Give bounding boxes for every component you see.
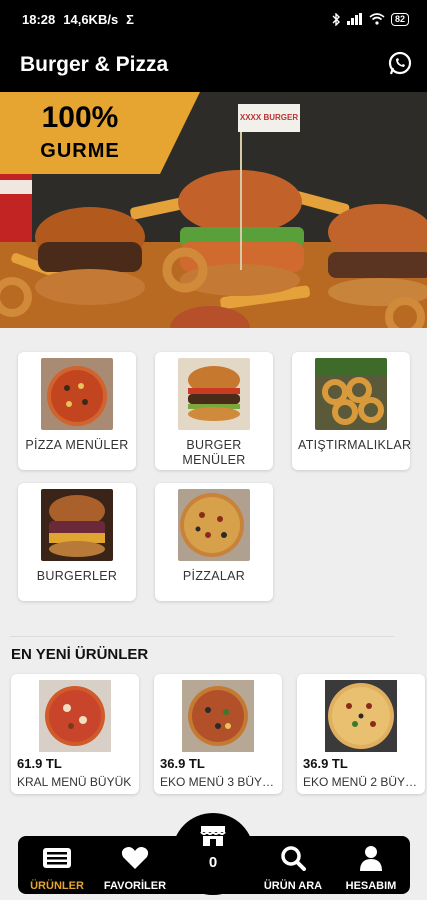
newest-products-title: EN YENİ ÜRÜNLER: [11, 646, 149, 663]
nav-favorites[interactable]: FAVORİLER: [96, 836, 174, 894]
category-card-burgers[interactable]: BURGERLER: [18, 483, 136, 601]
user-icon: [360, 846, 382, 871]
category-card-snacks[interactable]: ATIŞTIRMALIKLAR: [292, 352, 412, 470]
category-card-pizza-menus[interactable]: PİZZA MENÜLER: [18, 352, 136, 470]
category-card-pizzas[interactable]: PİZZALAR: [155, 483, 273, 601]
product-image: [39, 680, 111, 752]
snacks-image: [315, 358, 387, 430]
nav-label: HESABIM: [345, 880, 397, 892]
banner-tag-line2: GURME: [40, 140, 120, 162]
category-label: PİZZA MENÜLER: [25, 438, 129, 452]
product-name: EKO MENÜ 2 BÜYÜK: [303, 775, 419, 789]
whatsapp-icon[interactable]: [387, 50, 413, 81]
store-icon: [200, 826, 226, 846]
section-divider: [10, 636, 394, 637]
list-icon: [43, 848, 71, 868]
banner-tag-line1: 100%: [41, 101, 119, 134]
category-label: ATIŞTIRMALIKLAR: [298, 438, 412, 452]
nav-products[interactable]: ÜRÜNLER: [18, 836, 96, 894]
bluetooth-icon: [332, 12, 340, 26]
product-card[interactable]: 36.9 TL EKO MENÜ 3 BÜYÜK: [154, 674, 282, 794]
cart-count: 0: [208, 854, 218, 871]
nav-label: ÜRÜNLER: [30, 880, 84, 892]
battery-indicator: 82: [390, 12, 409, 26]
wifi-icon: [369, 13, 385, 25]
category-label: BURGERLER: [36, 569, 118, 583]
category-label: BURGER MENÜLER: [182, 438, 246, 467]
product-price: 36.9 TL: [160, 756, 205, 771]
product-price: 61.9 TL: [17, 756, 62, 771]
nav-search[interactable]: ÜRÜN ARA: [254, 836, 332, 894]
sigma-icon: Σ: [126, 11, 134, 27]
product-price: 36.9 TL: [303, 756, 348, 771]
signal-icon: [346, 13, 362, 25]
product-image: [325, 680, 397, 752]
nav-account[interactable]: HESABIM: [332, 836, 410, 894]
category-label: PİZZALAR: [182, 569, 246, 583]
burgers-image: [41, 489, 113, 561]
status-time: 18:28: [22, 11, 56, 27]
flag-pole: [240, 130, 242, 270]
banner-flag: XXXX BURGER: [238, 104, 300, 132]
product-image: [182, 680, 254, 752]
product-name: EKO MENÜ 3 BÜYÜK: [160, 775, 276, 789]
nav-label: FAVORİLER: [103, 880, 167, 892]
product-card[interactable]: 61.9 TL KRAL MENÜ BÜYÜK: [11, 674, 139, 794]
product-name: KRAL MENÜ BÜYÜK: [17, 775, 132, 789]
burger-menu-image: [178, 358, 250, 430]
search-icon: [281, 846, 306, 871]
cart-button[interactable]: 0: [172, 813, 254, 895]
app-bar: Burger & Pizza: [0, 38, 427, 92]
app-title: Burger & Pizza: [20, 53, 169, 76]
product-card[interactable]: 36.9 TL EKO MENÜ 2 BÜYÜK: [297, 674, 425, 794]
nav-label: ÜRÜN ARA: [263, 880, 323, 892]
banner-tag: 100% GURME: [0, 92, 200, 174]
status-speed: 14,6KB/s: [63, 11, 119, 27]
pizzas-image: [178, 489, 250, 561]
status-bar: 18:28 14,6KB/s Σ 82: [0, 0, 427, 38]
category-card-burger-menus[interactable]: BURGER MENÜLER: [155, 352, 273, 470]
pizza-menu-image: [41, 358, 113, 430]
promo-banner[interactable]: XXXX BURGER 100% GURME: [0, 92, 427, 328]
heart-icon: [121, 847, 149, 869]
